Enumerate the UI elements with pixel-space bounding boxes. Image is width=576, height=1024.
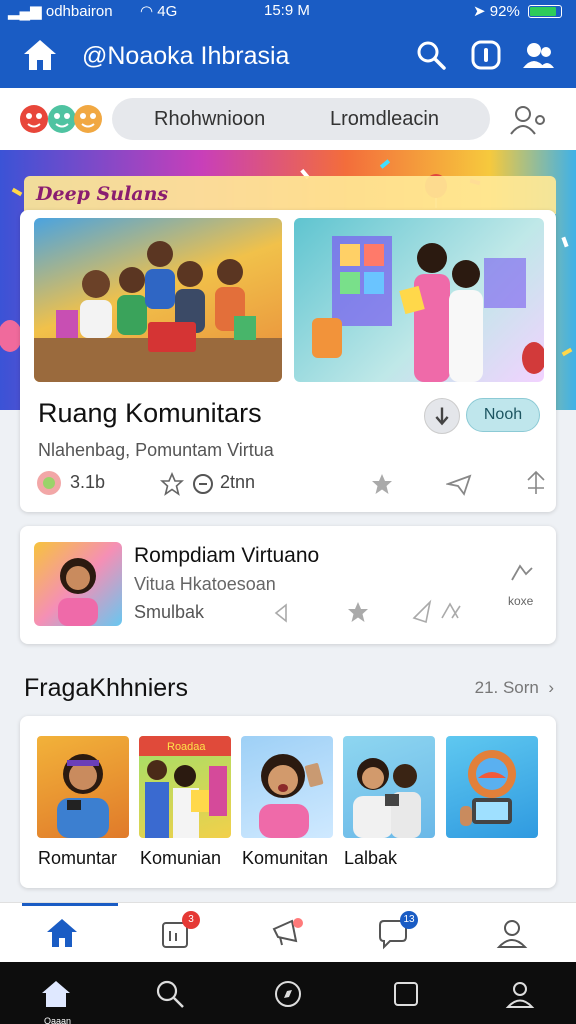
- thumbnail-2[interactable]: Roadaa: [139, 736, 231, 838]
- item-subtitle: Vitua Hkatoesoan: [134, 574, 276, 594]
- home-icon[interactable]: [22, 38, 58, 72]
- segment-left[interactable]: Rhohwnioon: [154, 108, 265, 131]
- search-icon[interactable]: [416, 40, 446, 70]
- system-compass-icon[interactable]: [272, 978, 304, 1010]
- item-tag: koxe: [508, 594, 534, 608]
- thumbnail-3-label: Komunitan: [242, 848, 329, 868]
- featured-title: Ruang Komunitars: [38, 398, 262, 428]
- thumbnail-2-sign: Roadaa: [167, 741, 206, 753]
- star-icon[interactable]: [346, 600, 370, 624]
- status-bar: ▂▄▆ odhbairon ◠ 4G 15:9 M ➤ 92%: [0, 0, 576, 22]
- segment-right[interactable]: Lromdleacin: [330, 108, 439, 131]
- send-icon[interactable]: [524, 470, 548, 496]
- thumbnail-3[interactable]: [241, 736, 333, 838]
- system-home-icon[interactable]: [40, 978, 72, 1010]
- wifi-icon: ◠: [140, 3, 154, 20]
- clock: 15:9 M: [264, 2, 310, 19]
- battery-status: ➤ 92%: [473, 2, 562, 20]
- featured-subtitle: Nlahenbag, Pomuntam Virtua: [38, 440, 274, 460]
- time-label: 2tnn: [220, 472, 256, 492]
- megaphone-icon: [272, 918, 303, 946]
- user-settings-icon[interactable]: [508, 102, 548, 136]
- network-label: 4G: [157, 3, 178, 20]
- signal-icon: ▂▄▆: [8, 3, 42, 20]
- carrier-status: ▂▄▆ odhbairon: [8, 2, 113, 20]
- community-list-item[interactable]: Rompdiam Virtuano Vitua Hkatoesoan Smulb…: [20, 526, 556, 644]
- battery-percent: 92%: [489, 3, 520, 20]
- thumbnail-5[interactable]: [446, 736, 538, 838]
- active-tab-indicator: [22, 903, 118, 906]
- download-icon[interactable]: [424, 398, 460, 434]
- app-title: @Noaoka Ihbrasia: [82, 42, 290, 70]
- thumbnail-1-label: Romuntar: [38, 848, 118, 868]
- thumbnail-1[interactable]: [37, 736, 129, 838]
- banner-ribbon: Deep Sulans: [24, 176, 556, 214]
- thumbnail-4-label: Lalbak: [344, 848, 398, 868]
- see-all-label: 21. Sorn: [474, 678, 539, 697]
- emoji-reactions-icon[interactable]: [18, 100, 106, 136]
- item-meta: Smulbak: [134, 602, 205, 622]
- segment-pill: Rhohwnioon Lromdleacin: [112, 98, 490, 140]
- see-all-link[interactable]: 21. Sorn ›: [475, 678, 554, 698]
- system-search-icon[interactable]: [154, 978, 186, 1010]
- nav-notifications-tab[interactable]: [270, 915, 306, 951]
- star-icon[interactable]: [370, 472, 394, 496]
- system-recents-icon[interactable]: [390, 978, 422, 1010]
- system-navigation: Oaaan: [0, 962, 576, 1024]
- nav-feed-tab[interactable]: 3: [158, 911, 200, 951]
- bottom-navigation: 3 13: [0, 902, 576, 962]
- featured-stats: 3.1b 2tnn: [36, 468, 546, 498]
- filter-bar: Rhohwnioon Lromdleacin: [0, 88, 576, 150]
- item-title: Rompdiam Virtuano: [134, 544, 320, 567]
- nav-chat-tab[interactable]: 13: [376, 911, 418, 951]
- profile-icon[interactable]: [494, 915, 530, 951]
- featured-photo-right: [294, 218, 544, 382]
- reply-icon[interactable]: [274, 602, 296, 624]
- item-thumbnail: [34, 542, 122, 626]
- thumbnail-4[interactable]: [343, 736, 435, 838]
- featured-community-card[interactable]: Ruang Komunitars Nlahenbag, Pomuntam Vir…: [20, 210, 556, 512]
- system-home-label: Oaaan: [44, 1016, 72, 1024]
- thumbnail-2-label: Komunian: [140, 848, 222, 868]
- avatar-icon: [37, 471, 61, 495]
- star-outline-icon[interactable]: [160, 472, 184, 496]
- video-icon[interactable]: [471, 40, 501, 70]
- network-type: ◠ 4G: [140, 2, 177, 20]
- location-icon: ➤: [473, 3, 486, 20]
- chart-icon[interactable]: [510, 562, 534, 582]
- thumbnail-strip: Roadaa Romuntar Komunian Komunitan Lalba…: [20, 716, 556, 888]
- nav-home-icon[interactable]: [44, 915, 80, 951]
- clock-icon: [193, 474, 213, 494]
- chevron-right-icon: ›: [543, 678, 554, 697]
- system-account-icon[interactable]: [504, 978, 536, 1010]
- join-button[interactable]: Nooh: [466, 398, 540, 432]
- featured-photo-left: [34, 218, 282, 382]
- share-options-icon[interactable]: [412, 598, 468, 624]
- people-icon[interactable]: [522, 40, 554, 70]
- share-icon[interactable]: [446, 472, 472, 496]
- chat-badge: 13: [400, 911, 418, 929]
- carrier-name: odhbairon: [45, 3, 113, 20]
- likes-count: 3.1b: [70, 472, 106, 492]
- feed-badge: 3: [182, 911, 200, 929]
- battery-icon: [528, 5, 562, 18]
- banner-ribbon-text: Deep Sulans: [36, 183, 169, 205]
- app-bar: @Noaoka Ihbrasia: [0, 22, 576, 88]
- section-title: FragaKhhniers: [24, 674, 188, 702]
